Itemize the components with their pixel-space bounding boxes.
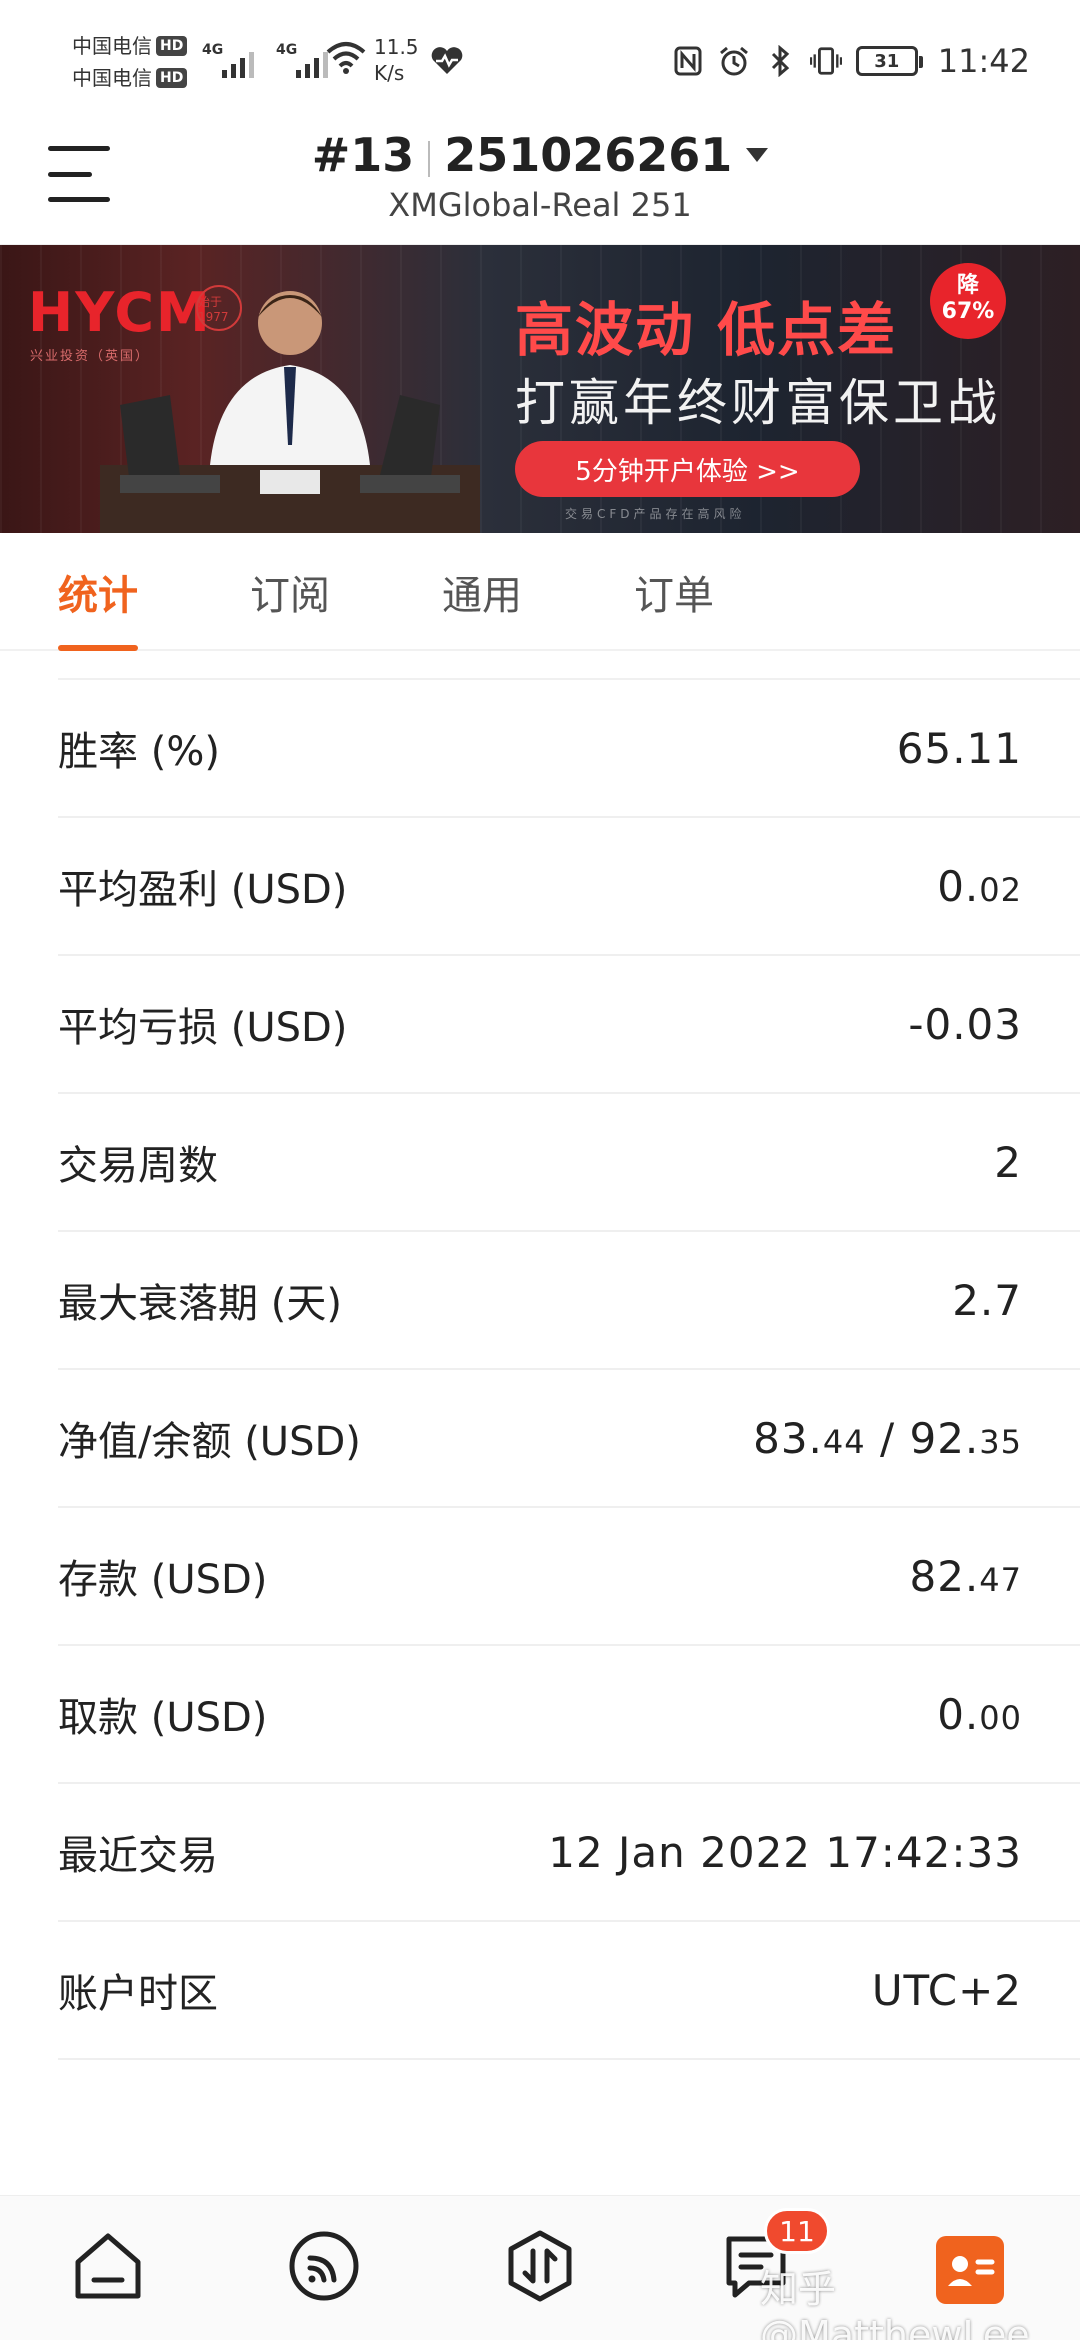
hd-badge: HD — [156, 36, 188, 56]
stat-value: 12 Jan 2022 17:42:33 — [548, 1827, 1022, 1877]
signal-icon: 4G — [276, 42, 332, 78]
stat-row-win-rate: 胜率 (%) 65.11 — [58, 680, 1080, 818]
home-icon[interactable] — [68, 2226, 148, 2306]
stat-row-equity-balance: 净值/余额 (USD) 83.44 / 92.35 — [58, 1370, 1080, 1508]
alarm-icon — [718, 45, 750, 77]
stat-label: 存款 (USD) — [58, 1557, 268, 1603]
network-speed: 11.5 K/s — [374, 35, 419, 85]
stats-list: 胜率 (%) 65.11 平均盈利 (USD) 0.02 平均亏损 (USD) … — [58, 678, 1080, 2060]
trade-icon[interactable] — [500, 2226, 580, 2306]
stat-row-average-loss: 平均亏损 (USD) -0.03 — [58, 956, 1080, 1094]
banner-person-illustration — [100, 291, 480, 533]
vibrate-icon — [809, 45, 842, 77]
bluetooth-icon — [764, 45, 796, 77]
carrier-info: 中国电信 HD 中国电信 HD — [72, 30, 188, 94]
stat-value: 82.47 — [909, 1551, 1022, 1601]
signal-icon: 4G — [202, 42, 258, 78]
banner-headline: 高波动 低点差 — [515, 296, 898, 364]
banner-discount-badge: 降 67% — [930, 263, 1006, 339]
screen: 中国电信 HD 中国电信 HD 4G 4G 11.5 K/s 31 11:42 … — [0, 0, 1080, 2340]
stat-label: 平均盈利 (USD) — [58, 867, 348, 913]
hd-badge: HD — [156, 68, 188, 88]
system-icons: 31 11:42 — [672, 42, 1030, 80]
account-server: XMGlobal-Real 251 — [388, 186, 692, 224]
banner-disclaimer: 交易CFD产品存在高风险 — [565, 507, 746, 521]
wifi-icon — [326, 40, 366, 78]
tab-subscriptions[interactable]: 订阅 — [250, 533, 330, 651]
app-header: #13 251026261 XMGlobal-Real 251 — [0, 120, 1080, 245]
carrier-1: 中国电信 — [72, 34, 152, 58]
stat-value: 2.7 — [952, 1275, 1022, 1325]
tab-statistics[interactable]: 统计 — [58, 533, 138, 651]
stat-row-withdrawals: 取款 (USD) 0.00 — [58, 1646, 1080, 1784]
stat-label: 胜率 (%) — [58, 729, 220, 775]
feed-icon[interactable] — [284, 2226, 364, 2306]
stat-value: 65.11 — [896, 723, 1022, 773]
messages-badge: 11 — [764, 2208, 830, 2254]
stat-label: 取款 (USD) — [58, 1695, 268, 1741]
banner-subline: 打赢年终财富保卫战 — [515, 374, 1001, 432]
bottom-nav: 11 知乎@MatthewLee — [0, 2195, 1080, 2340]
stat-row-average-profit: 平均盈利 (USD) 0.02 — [58, 818, 1080, 956]
stat-label: 净值/余额 (USD) — [58, 1419, 361, 1465]
stat-label: 平均亏损 (USD) — [58, 1005, 348, 1051]
health-icon — [430, 46, 464, 80]
nfc-icon — [672, 45, 704, 77]
account-index: #13 — [311, 128, 415, 182]
stat-row-latest-trade: 最近交易 12 Jan 2022 17:42:33 — [58, 1784, 1080, 1922]
stat-row-deposits: 存款 (USD) 82.47 — [58, 1508, 1080, 1646]
stat-row-account-timezone: 账户时区 UTC+2 — [58, 1922, 1080, 2060]
tab-general[interactable]: 通用 — [442, 533, 522, 651]
stat-label: 账户时区 — [58, 1971, 218, 2017]
stat-value: -0.03 — [908, 999, 1022, 1049]
status-time: 11:42 — [937, 42, 1030, 80]
stat-value: 2 — [994, 1137, 1022, 1187]
promo-banner[interactable]: HYCM 兴业投资（英国） 始于1977 高波动 低点差 降 67% 打赢年终财… — [0, 245, 1080, 533]
account-selector[interactable]: #13 251026261 — [0, 128, 1080, 182]
tab-orders[interactable]: 订单 — [634, 533, 714, 651]
stat-value: 83.44 / 92.35 — [753, 1413, 1022, 1463]
stat-row-max-drawdown-period: 最大衰落期 (天) 2.7 — [58, 1232, 1080, 1370]
stat-label: 交易周数 — [58, 1143, 218, 1189]
status-bar: 中国电信 HD 中国电信 HD 4G 4G 11.5 K/s 31 11:42 — [0, 0, 1080, 120]
stat-label: 最近交易 — [58, 1833, 218, 1879]
stat-value: UTC+2 — [871, 1965, 1022, 2015]
stat-value: 0.02 — [937, 861, 1022, 911]
battery-icon: 31 — [855, 46, 923, 76]
tab-bar: 统计 订阅 通用 订单 — [0, 533, 1080, 651]
stat-value: 0.00 — [937, 1689, 1022, 1739]
watermark: 知乎@MatthewLee — [760, 2267, 1030, 2340]
dropdown-caret-icon[interactable] — [746, 147, 769, 162]
signal-indicators: 4G 4G — [202, 42, 332, 78]
banner-cta-button[interactable]: 5分钟开户体验 >> — [515, 441, 860, 497]
account-number: 251026261 — [444, 128, 733, 182]
carrier-2: 中国电信 — [72, 66, 152, 90]
stat-row-trading-weeks: 交易周数 2 — [58, 1094, 1080, 1232]
stat-label: 最大衰落期 (天) — [58, 1281, 342, 1327]
